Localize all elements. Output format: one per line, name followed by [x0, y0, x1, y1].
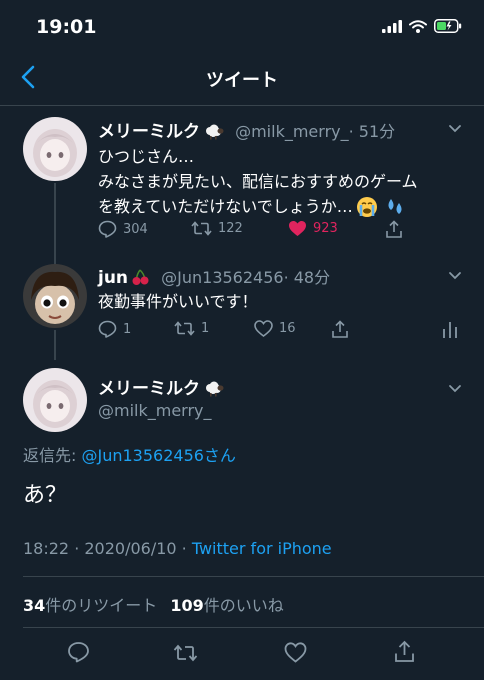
tweet-stats: 34件のリツイート 109件のいいね: [23, 592, 284, 616]
time-ago: · 51分: [348, 122, 396, 141]
retweet-button[interactable]: 122: [191, 220, 243, 237]
status-time: 19:01: [36, 16, 97, 38]
retweet-icon: [174, 321, 195, 336]
sweat-emoji: [388, 198, 402, 214]
time-ago: · 48分: [283, 268, 331, 287]
display-name[interactable]: jun: [98, 268, 128, 288]
handle[interactable]: @milk_merry_: [235, 122, 349, 141]
crying-emoji: [356, 196, 377, 217]
tweet-text: 夜勤事件がいいです！: [98, 292, 258, 311]
retweet-count: 1: [201, 321, 210, 336]
retweet-icon: [191, 221, 212, 236]
divider: [23, 627, 484, 628]
avatar[interactable]: [23, 368, 87, 432]
chevron-down-icon[interactable]: [448, 384, 462, 394]
tweet-actions: 304 122 923: [98, 220, 408, 244]
retweet-stat[interactable]: 34件のリツイート: [23, 596, 157, 615]
chevron-down-icon[interactable]: [448, 271, 462, 281]
like-stat[interactable]: 109件のいいね: [170, 596, 283, 615]
tweet-text: あ？: [23, 483, 68, 508]
reply-icon[interactable]: [67, 641, 90, 663]
analytics-icon[interactable]: [442, 320, 458, 339]
reply-count: 304: [123, 221, 148, 237]
handle[interactable]: @Jun13562456: [161, 268, 283, 287]
retweet-count: 122: [218, 221, 243, 236]
sheep-emoji: [206, 381, 224, 397]
thread-tweet[interactable]: jun @Jun13562456· 48分 夜勤事件がいいです！ 1 1 16: [0, 256, 484, 356]
share-icon[interactable]: [394, 640, 415, 663]
reply-icon: [98, 320, 117, 338]
replying-to: 返信先: @Jun13562456さん: [23, 446, 236, 465]
sheep-emoji: [206, 124, 224, 140]
cellular-signal-icon: [382, 19, 402, 33]
share-icon[interactable]: [385, 220, 403, 239]
reply-button[interactable]: 304: [98, 220, 148, 238]
display-name[interactable]: メリーミルク: [98, 122, 200, 142]
avatar[interactable]: [23, 264, 87, 328]
retweet-icon[interactable]: [173, 643, 198, 663]
like-count: 16: [279, 321, 296, 336]
reply-icon: [98, 220, 117, 238]
chevron-down-icon[interactable]: [448, 124, 462, 134]
reply-button[interactable]: 1: [98, 320, 131, 338]
divider: [23, 576, 484, 577]
page-title: ツイート: [206, 70, 278, 91]
replying-to-link[interactable]: @Jun13562456さん: [81, 446, 235, 465]
like-button[interactable]: 16: [254, 320, 296, 337]
like-button[interactable]: 923: [288, 220, 338, 237]
thread-tweet[interactable]: メリーミルク @milk_merry_· 51分 ひつじさん… みなさまが見たい…: [0, 106, 484, 256]
tweet-actions: 1 1 16: [98, 320, 468, 344]
status-icons: [382, 19, 462, 33]
like-icon[interactable]: [284, 642, 307, 663]
display-name[interactable]: メリーミルク: [98, 379, 200, 399]
cherry-emoji: [132, 269, 149, 285]
tweet-meta: 18:22 · 2020/06/10 · Twitter for iPhone: [23, 539, 332, 558]
tweet-text: ひつじさん… みなさまが見たい、配信におすすめのゲーム を教えていただけないでし…: [98, 147, 418, 217]
reply-count: 1: [123, 321, 132, 337]
share-icon[interactable]: [331, 320, 349, 339]
source-link[interactable]: Twitter for iPhone: [192, 539, 332, 558]
retweet-button[interactable]: 1: [174, 320, 209, 337]
battery-icon: [434, 19, 462, 33]
handle[interactable]: @milk_merry_: [98, 401, 212, 420]
timestamp: 18:22 · 2020/06/10 ·: [23, 539, 192, 558]
like-count: 923: [313, 221, 338, 236]
like-icon: [289, 221, 306, 236]
wifi-icon: [409, 19, 427, 33]
avatar[interactable]: [23, 117, 87, 181]
main-tweet: メリーミルク @milk_merry_ 返信先: @Jun13562456さん …: [0, 356, 484, 576]
like-icon: [254, 320, 273, 337]
